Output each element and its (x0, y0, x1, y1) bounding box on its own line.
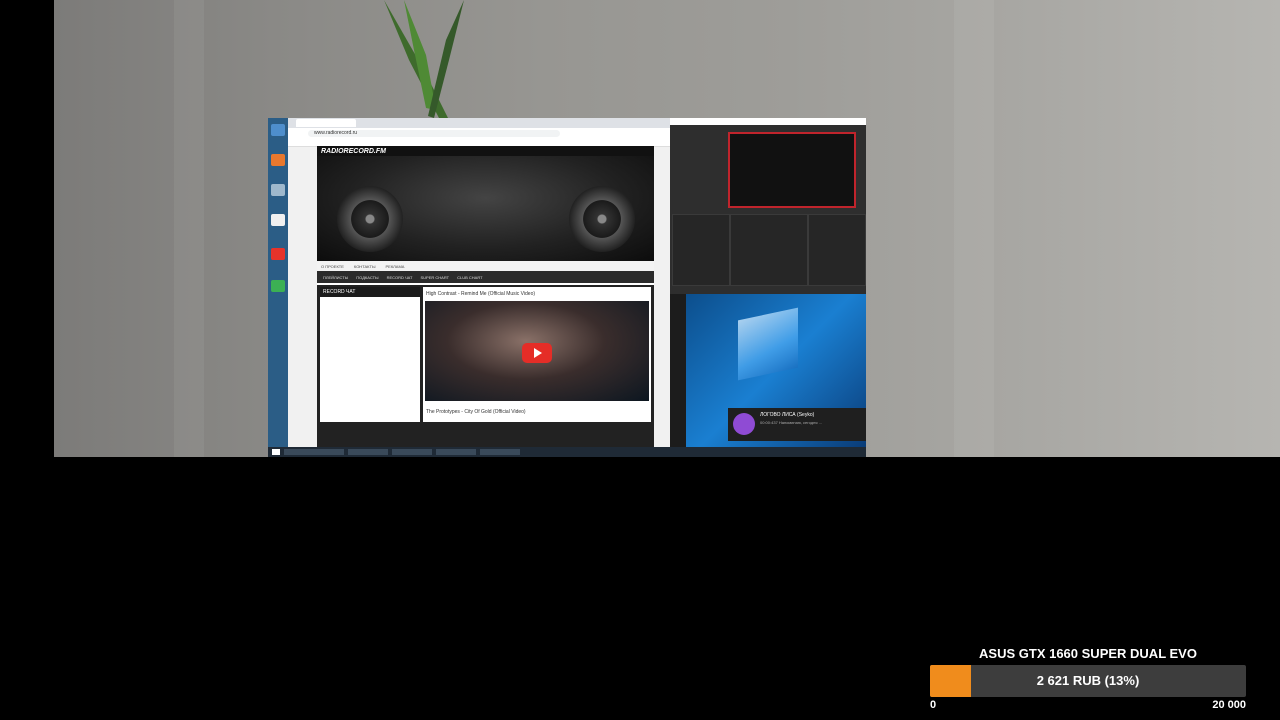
obs-window (670, 118, 866, 294)
site-mainnav: ПЛЕЙЛИСТЫ ПОДКАСТЫ RECORD ЧАТ SUPER CHAR… (317, 271, 654, 283)
obs-scenes-panel (672, 214, 730, 286)
desktop-icons (268, 118, 288, 447)
fox-avatar-icon (733, 413, 755, 435)
tab-radio[interactable] (296, 119, 356, 127)
goal-max-label: 20 000 (1212, 699, 1246, 711)
subnav-ads[interactable]: РЕКЛАМА (385, 264, 404, 269)
donation-goal-widget: ASUS GTX 1660 SUPER DUAL EVO 2 621 RUB (… (930, 646, 1246, 716)
video-title[interactable]: High Contrast - Remind Me (Official Musi… (423, 287, 651, 301)
site-subnav: О ПРОЕКТЕ КОНТАКТЫ РЕКЛАМА (317, 261, 654, 271)
yandex-icon[interactable] (271, 248, 285, 260)
site-header: RADIORECORD.FM (317, 146, 654, 156)
site-logo[interactable]: RADIORECORD.FM (321, 148, 386, 155)
turntable-right (569, 186, 635, 252)
recycle-bin-icon[interactable] (271, 184, 285, 196)
windows-taskbar (268, 447, 866, 457)
plant-leaves (384, 0, 464, 120)
tab-bar (288, 118, 670, 128)
nav-chat[interactable]: RECORD ЧАТ (387, 275, 413, 280)
nav-playlists[interactable]: ПЛЕЙЛИСТЫ (323, 275, 348, 280)
notification-title: ЛОГОВО ЛИСА (Seyko) (760, 412, 815, 418)
subnav-contacts[interactable]: КОНТАКТЫ (354, 264, 376, 269)
obs-mixer-panel (730, 214, 808, 286)
nav-podcasts[interactable]: ПОДКАСТЫ (356, 275, 378, 280)
obs-preview (728, 132, 856, 208)
chat-panel: RECORD ЧАТ (320, 287, 420, 422)
turntable-left (337, 186, 403, 252)
subnav-about[interactable]: О ПРОЕКТЕ (321, 264, 344, 269)
obs-titlebar (670, 118, 866, 125)
goal-progress-bar: 2 621 RUB (13%) (930, 665, 1246, 697)
dj-hero-image (317, 156, 654, 261)
taskbar-item[interactable] (480, 449, 520, 455)
document-icon[interactable] (271, 214, 285, 226)
video-panel: High Contrast - Remind Me (Official Musi… (423, 287, 651, 422)
browser-window: www.radiorecord.ru RADIORECORD.FM О ПРОЕ… (288, 118, 670, 447)
youtube-play-icon[interactable] (522, 343, 552, 363)
chat-notification[interactable]: ЛОГОВО ЛИСА (Seyko) 00:00:437 Напоминаю,… (728, 408, 866, 441)
goal-title: ASUS GTX 1660 SUPER DUAL EVO (979, 646, 1197, 661)
address-bar: www.radiorecord.ru (288, 128, 670, 138)
search-box[interactable] (284, 449, 344, 455)
obs-controls-panel (808, 214, 866, 286)
windows-logo-icon (738, 307, 798, 381)
radio-site: RADIORECORD.FM О ПРОЕКТЕ КОНТАКТЫ РЕКЛАМ… (317, 146, 654, 447)
video-thumbnail[interactable] (425, 301, 649, 401)
taskbar-item[interactable] (436, 449, 476, 455)
computer-icon[interactable] (271, 124, 285, 136)
chrome-icon[interactable] (271, 280, 285, 292)
chat-title: RECORD ЧАТ (320, 287, 420, 297)
site-content: RECORD ЧАТ High Contrast - Remind Me (Of… (317, 285, 654, 447)
goal-progress-label: 2 621 RUB (13%) (1036, 673, 1140, 688)
taskbar-item[interactable] (392, 449, 432, 455)
start-icon[interactable] (272, 449, 280, 455)
video-footer-title[interactable]: The Prototypes - City Of Gold (Official … (423, 405, 529, 419)
firefox-icon[interactable] (271, 154, 285, 166)
goal-min-label: 0 (930, 699, 937, 711)
url-input[interactable]: www.radiorecord.ru (308, 129, 560, 137)
captured-desktop: www.radiorecord.ru RADIORECORD.FM О ПРОЕ… (268, 118, 866, 457)
taskbar-item[interactable] (348, 449, 388, 455)
nav-clubchart[interactable]: CLUB CHART (457, 275, 483, 280)
notification-text: 00:00:437 Напоминаю, сегодня ... (760, 420, 822, 425)
nav-superchart[interactable]: SUPER CHART (420, 275, 449, 280)
